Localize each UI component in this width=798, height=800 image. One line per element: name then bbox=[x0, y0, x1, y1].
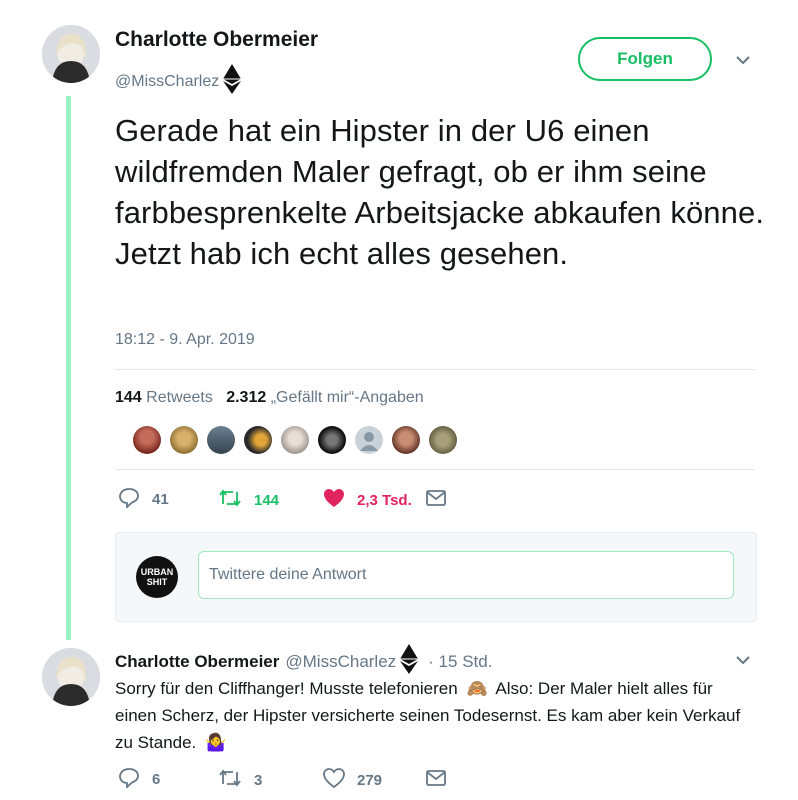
author-name[interactable]: Charlotte Obermeier bbox=[115, 28, 318, 52]
woman-shrugging-emoji: 🤷‍♀️ bbox=[205, 733, 227, 752]
engagement-stats: 144 Retweets 2.312 „Gefällt mir“-Angaben bbox=[115, 389, 424, 407]
retweet-count: 144 bbox=[254, 492, 280, 509]
reply-action[interactable]: 6 bbox=[118, 766, 160, 793]
avatar-portrait bbox=[42, 25, 100, 83]
heart-icon bbox=[323, 488, 345, 513]
message-icon[interactable] bbox=[426, 490, 446, 511]
retweet-action[interactable]: 144 bbox=[218, 488, 279, 513]
reply-author-handle[interactable]: @MissCharlez bbox=[285, 652, 396, 672]
reply-action[interactable]: 41 bbox=[118, 486, 169, 513]
retweet-icon bbox=[218, 488, 242, 513]
liker-avatar[interactable] bbox=[133, 426, 161, 454]
chevron-down-icon[interactable] bbox=[735, 652, 751, 670]
like-count-action: 2,3 Tsd. bbox=[357, 492, 412, 509]
reply-tweet-text: Sorry für den Cliffhanger! Musste telefo… bbox=[115, 675, 755, 756]
ethereum-icon bbox=[400, 644, 419, 679]
tweet-timestamp[interactable]: 18:12 - 9. Apr. 2019 bbox=[115, 331, 255, 349]
liker-avatar[interactable] bbox=[392, 426, 420, 454]
retweet-count: 3 bbox=[254, 772, 263, 789]
liker-avatar[interactable] bbox=[429, 426, 457, 454]
like-count[interactable]: 2.312 bbox=[226, 389, 266, 406]
liker-avatar[interactable] bbox=[355, 426, 383, 454]
current-user-avatar: URBAN SHIT bbox=[136, 556, 178, 598]
reply-time[interactable]: · 15 Std. bbox=[428, 652, 492, 672]
reply-header: Charlotte Obermeier @MissCharlez · 15 St… bbox=[115, 644, 492, 679]
reply-count: 41 bbox=[152, 491, 169, 508]
chevron-down-icon[interactable] bbox=[735, 52, 751, 70]
author-handle[interactable]: @MissCharlez bbox=[115, 73, 219, 91]
default-avatar-icon bbox=[360, 432, 378, 451]
reply-icon bbox=[118, 486, 140, 513]
avatar-portrait bbox=[42, 648, 100, 706]
liker-avatar[interactable] bbox=[318, 426, 346, 454]
retweet-action[interactable]: 3 bbox=[218, 768, 262, 793]
urban-shit-logo-text: URBAN SHIT bbox=[140, 567, 174, 587]
liker-avatar[interactable] bbox=[170, 426, 198, 454]
like-label[interactable]: „Gefällt mir“-Angaben bbox=[271, 389, 424, 406]
divider bbox=[115, 369, 755, 370]
retweet-icon bbox=[218, 768, 242, 793]
liker-avatar[interactable] bbox=[244, 426, 272, 454]
divider bbox=[115, 469, 755, 470]
reply-author-name[interactable]: Charlotte Obermeier bbox=[115, 652, 279, 672]
like-action[interactable]: 279 bbox=[323, 768, 382, 793]
liker-avatar[interactable] bbox=[281, 426, 309, 454]
tweet-text: Gerade hat ein Hipster in der U6 einen w… bbox=[115, 113, 765, 271]
see-no-evil-monkey-emoji: 🙈 bbox=[466, 679, 488, 698]
liker-avatar[interactable] bbox=[207, 426, 235, 454]
reply-author-avatar[interactable] bbox=[42, 648, 100, 706]
thread-line bbox=[66, 96, 71, 640]
follow-button[interactable]: Folgen bbox=[578, 37, 712, 81]
like-action[interactable]: 2,3 Tsd. bbox=[323, 488, 412, 513]
reply-input[interactable]: Twittere deine Antwort bbox=[198, 551, 734, 599]
heart-icon bbox=[323, 768, 345, 793]
handle-row: @MissCharlez bbox=[115, 64, 242, 99]
retweet-count[interactable]: 144 bbox=[115, 389, 142, 406]
ethereum-icon bbox=[223, 64, 242, 99]
reply-count: 6 bbox=[152, 771, 161, 788]
reply-icon bbox=[118, 766, 140, 793]
like-count-action: 279 bbox=[357, 772, 383, 789]
retweet-label[interactable]: Retweets bbox=[146, 389, 213, 406]
message-icon[interactable] bbox=[426, 770, 446, 791]
author-avatar[interactable] bbox=[42, 25, 100, 83]
reply-text-part1: Sorry für den Cliffhanger! Musste telefo… bbox=[115, 679, 458, 698]
